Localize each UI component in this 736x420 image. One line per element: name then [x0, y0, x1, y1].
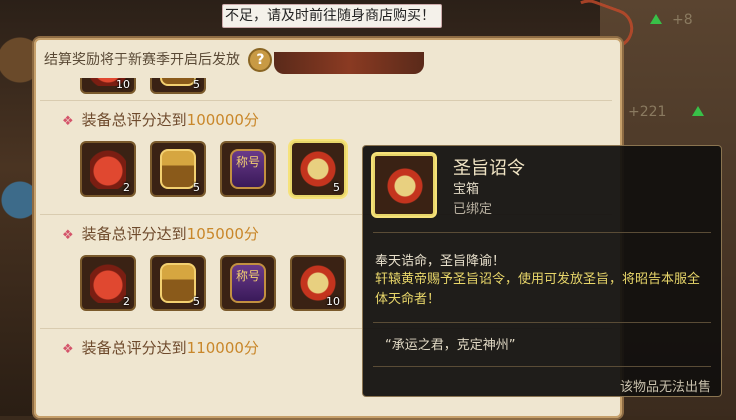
tier-label: ❖ 装备总评分达到105000分: [62, 223, 259, 244]
edict-scroll-icon: [385, 164, 425, 208]
tier-label-prefix: 装备总评分达到: [81, 339, 187, 357]
up-arrow-icon: [692, 106, 704, 116]
reward-item-title-plaque[interactable]: 称号: [220, 255, 276, 311]
up-arrow-icon: [650, 14, 662, 24]
item-tooltip: 圣旨诏令 宝箱 已绑定 奉天诰命，圣旨降谕！ 轩辕黄帝赐予圣旨诏令，使用可发放圣…: [362, 145, 722, 397]
reward-item-edict-scroll[interactable]: 5: [290, 141, 346, 197]
tooltip-item-frame: [373, 154, 435, 216]
item-count: 5: [193, 78, 200, 91]
red-bag-icon: [90, 149, 126, 189]
reward-header: 结算奖励将于新赛季开启后发放 ?: [44, 46, 273, 74]
item-description: 奉天诰命，圣旨降谕！: [375, 254, 506, 269]
title-plaque-icon: 称号: [230, 263, 266, 303]
divider: [373, 322, 711, 323]
item-count: 10: [116, 78, 130, 91]
edict-scroll-icon: [300, 149, 336, 189]
help-icon[interactable]: ?: [248, 48, 273, 72]
tier-label: ❖ 装备总评分达到100000分: [62, 109, 259, 130]
background-stat-mid: +221: [628, 104, 667, 120]
reward-item-gold-chest[interactable]: 5: [150, 141, 206, 197]
reward-header-text: 结算奖励将于新赛季开启后发放: [44, 52, 240, 68]
gold-chest-icon: [160, 263, 196, 303]
background-stat-top: +8: [672, 12, 693, 28]
system-notice: 不足，请及时前往随身商店购买！: [222, 4, 442, 28]
red-bag-icon: [90, 263, 126, 303]
reward-item-red-bag[interactable]: 10: [80, 78, 136, 94]
reward-item-title-plaque[interactable]: 称号: [220, 141, 276, 197]
reward-item-red-bag[interactable]: 2: [80, 255, 136, 311]
gold-chest-icon: [160, 78, 196, 86]
panel-title-tab: [274, 52, 424, 74]
item-count: 2: [123, 295, 130, 308]
reward-item-gold-chest[interactable]: 5: [150, 255, 206, 311]
item-count: 10: [326, 295, 340, 308]
item-flavor-quote: “承运之君，克定神州”: [385, 338, 516, 353]
item-count: 5: [193, 181, 200, 194]
tier-label-prefix: 装备总评分达到: [81, 225, 187, 243]
item-name: 圣旨诏令: [453, 158, 525, 179]
reward-item-red-bag[interactable]: 2: [80, 141, 136, 197]
item-sell-status: 该物品无法出售: [619, 380, 711, 395]
divider: [373, 232, 711, 233]
item-type: 宝箱: [453, 182, 480, 197]
tier-score: 110000分: [186, 339, 259, 357]
diamond-bullet-icon: ❖: [62, 114, 74, 129]
reward-item-gold-chest[interactable]: 5: [150, 78, 206, 94]
tier-score: 105000分: [186, 225, 259, 243]
tier-label-prefix: 装备总评分达到: [81, 111, 187, 129]
item-bound-status: 已绑定: [453, 202, 493, 217]
item-count: 5: [333, 181, 340, 194]
title-plaque-icon: 称号: [230, 149, 266, 189]
diamond-bullet-icon: ❖: [62, 228, 74, 243]
item-count: 2: [123, 181, 130, 194]
item-count: 5: [193, 295, 200, 308]
item-effect: 轩辕黄帝赐予圣旨诏令，使用可发放圣旨，将昭告本服全体天命者！: [375, 272, 701, 307]
tier-label: ❖ 装备总评分达到110000分: [62, 337, 259, 358]
diamond-bullet-icon: ❖: [62, 342, 74, 357]
reward-item-edict-scroll[interactable]: 10: [290, 255, 346, 311]
gold-chest-icon: [160, 149, 196, 189]
tier-score: 100000分: [186, 111, 259, 129]
divider: [373, 366, 711, 367]
